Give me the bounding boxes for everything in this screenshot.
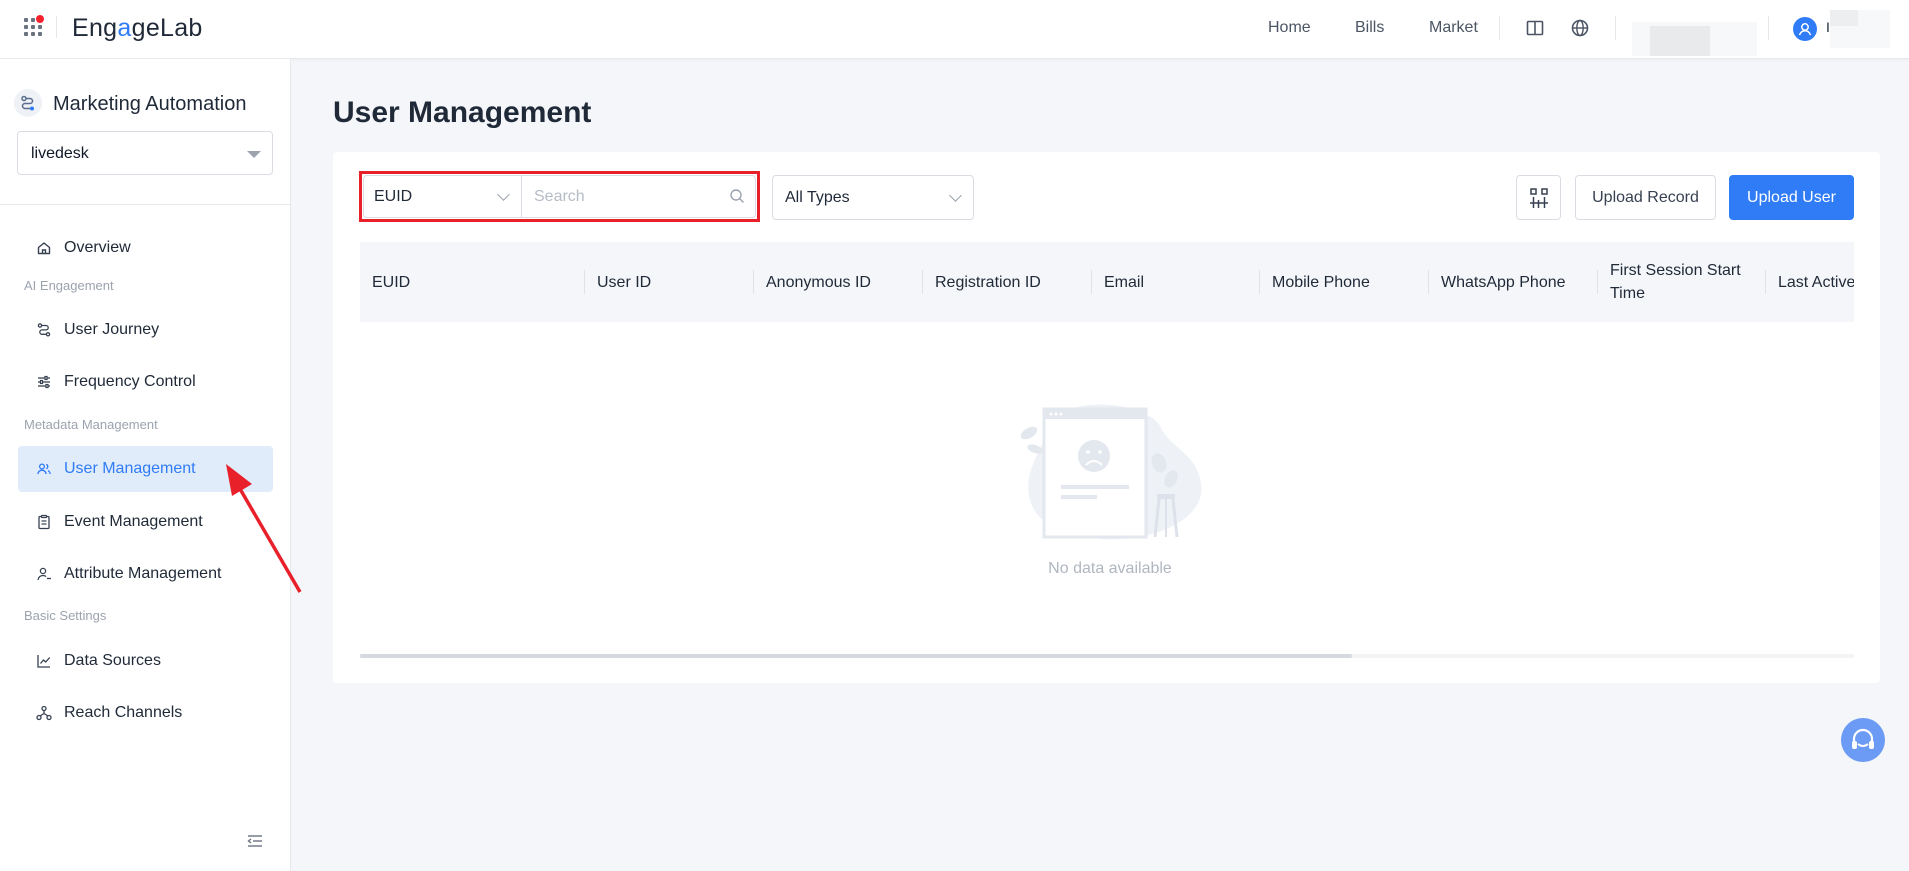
clipboard-icon	[36, 514, 52, 530]
account-divider	[1768, 16, 1769, 40]
sidebar-item-label: User Management	[64, 460, 196, 477]
sidebar-item-label: Frequency Control	[64, 373, 196, 390]
logo-divider	[56, 16, 57, 38]
column-header[interactable]: User ID	[585, 242, 754, 322]
nav-divider	[1499, 16, 1500, 40]
home-icon	[36, 240, 52, 256]
sidebar-item-label: Overview	[64, 239, 131, 256]
chevron-down-icon	[949, 189, 962, 202]
project-select[interactable]: livedesk	[17, 131, 273, 175]
project-select-value: livedesk	[31, 145, 89, 162]
line-chart-icon	[36, 653, 52, 669]
column-header[interactable]: First Session Start Time	[1598, 242, 1766, 322]
horizontal-scrollbar-thumb[interactable]	[360, 654, 1352, 658]
user-name-blurred-inner	[1830, 10, 1858, 26]
type-select[interactable]: All Types	[772, 175, 974, 220]
column-settings-button[interactable]	[1516, 175, 1561, 220]
engagelab-logo[interactable]: EngageLab	[72, 14, 203, 43]
column-header[interactable]: EUID	[360, 242, 585, 322]
caret-down-icon	[247, 151, 261, 158]
annotation-arrow	[226, 464, 302, 593]
sidebar-item-label: Data Sources	[64, 652, 161, 669]
collapse-sidebar-icon[interactable]	[246, 833, 264, 849]
journey-icon	[36, 322, 52, 338]
sidebar-item-overview[interactable]: Overview	[18, 225, 273, 271]
automation-flow-icon	[14, 89, 42, 117]
nav-market[interactable]: Market	[1429, 19, 1478, 37]
column-settings-icon	[1530, 188, 1548, 208]
group-label-basic: Basic Settings	[24, 608, 107, 623]
column-header[interactable]: Last Active	[1766, 242, 1854, 322]
language-globe-icon[interactable]	[1570, 18, 1590, 38]
type-select-value: All Types	[785, 189, 850, 206]
docs-book-icon[interactable]	[1525, 18, 1545, 38]
sidebar-item-user-journey[interactable]: User Journey	[18, 307, 273, 353]
column-header[interactable]: Registration ID	[923, 242, 1092, 322]
sidebar-item-reach-channels[interactable]: Reach Channels	[18, 690, 273, 736]
nav-bills[interactable]: Bills	[1355, 19, 1384, 37]
app-title: Marketing Automation	[53, 93, 247, 115]
nav-home[interactable]: Home	[1268, 19, 1311, 37]
upload-record-button[interactable]: Upload Record	[1575, 175, 1716, 220]
sliders-icon	[36, 374, 52, 390]
highlight-box	[359, 171, 760, 222]
column-header[interactable]: Mobile Phone	[1260, 242, 1429, 322]
group-label-metadata: Metadata Management	[24, 417, 158, 432]
users-icon	[36, 461, 52, 477]
column-header[interactable]: WhatsApp Phone	[1429, 242, 1598, 322]
user-attribute-icon	[36, 566, 52, 582]
empty-state-text: No data available	[1048, 560, 1172, 577]
sidebar-divider	[0, 204, 291, 205]
column-header[interactable]: Email	[1092, 242, 1260, 322]
sidebar-item-label: Attribute Management	[64, 565, 222, 582]
column-header[interactable]: Anonymous ID	[754, 242, 923, 322]
top-bar: EngageLab Home Bills Market I	[0, 0, 1909, 59]
upload-user-button[interactable]: Upload User	[1729, 175, 1854, 220]
support-headset-button[interactable]	[1841, 718, 1885, 762]
sidebar-item-label: Event Management	[64, 513, 203, 530]
notification-dot	[36, 15, 44, 23]
empty-state-illustration	[1020, 404, 1202, 540]
headset-icon	[1852, 728, 1874, 749]
network-icon	[36, 705, 52, 721]
user-avatar-icon[interactable]	[1793, 17, 1817, 41]
sidebar-item-label: User Journey	[64, 321, 160, 338]
sidebar-item-frequency-control[interactable]: Frequency Control	[18, 359, 273, 405]
icons-divider	[1615, 16, 1616, 40]
sidebar-item-data-sources[interactable]: Data Sources	[18, 638, 273, 684]
sidebar-item-label: Reach Channels	[64, 704, 183, 721]
account-blurred-inner	[1650, 26, 1710, 56]
page-title: User Management	[333, 96, 592, 129]
group-label-ai-engagement: AI Engagement	[24, 278, 114, 293]
table-header: EUID User ID Anonymous ID Registration I…	[360, 242, 1854, 322]
